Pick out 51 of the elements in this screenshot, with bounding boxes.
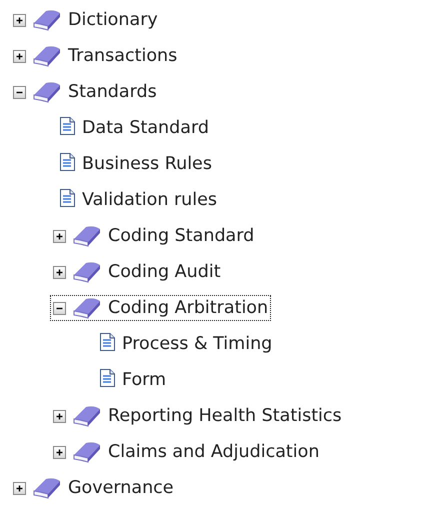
tree-item[interactable]: Validation rules (50, 186, 220, 214)
item-label: Reporting Health Statistics (108, 406, 342, 426)
tree-item[interactable]: Dictionary (10, 7, 161, 33)
tree-item[interactable]: Coding Standard (50, 223, 258, 249)
item-label: Coding Audit (108, 262, 221, 282)
book-icon (72, 224, 102, 248)
item-label: Governance (68, 478, 174, 498)
document-icon (59, 116, 76, 136)
item-label: Transactions (68, 46, 178, 66)
document-icon (59, 188, 76, 208)
item-label: Standards (68, 82, 157, 102)
item-label: Coding Arbitration (108, 298, 268, 318)
book-icon (32, 44, 62, 68)
book-icon (72, 296, 102, 320)
collapse-icon[interactable] (13, 86, 26, 98)
item-label: Data Standard (82, 118, 209, 138)
item-label: Coding Standard (108, 226, 254, 246)
expand-icon[interactable] (13, 14, 26, 26)
book-icon (72, 404, 102, 428)
tree-item[interactable]: Standards (10, 79, 160, 105)
expand-icon[interactable] (13, 482, 26, 494)
tree-item[interactable]: Coding Audit (50, 259, 224, 285)
document-icon (59, 152, 76, 172)
item-label: Validation rules (82, 190, 218, 210)
tree-item[interactable]: Form (90, 366, 170, 394)
tree-item[interactable]: Business Rules (50, 150, 215, 178)
book-icon (72, 440, 102, 464)
document-icon (99, 368, 116, 388)
document-icon (99, 332, 116, 352)
item-label: Dictionary (68, 10, 158, 30)
item-label: Business Rules (82, 154, 212, 174)
tree-item[interactable]: Data Standard (50, 114, 212, 142)
expand-icon[interactable] (53, 266, 66, 278)
tree-item[interactable]: Process & Timing (90, 330, 276, 358)
tree-item[interactable]: Reporting Health Statistics (50, 403, 345, 429)
book-icon (32, 476, 62, 500)
expand-icon[interactable] (13, 50, 26, 62)
item-label: Claims and Adjudication (108, 442, 320, 462)
expand-icon[interactable] (53, 410, 66, 422)
book-icon (32, 80, 62, 104)
tree-item[interactable]: Governance (10, 475, 177, 501)
expand-icon[interactable] (53, 446, 66, 458)
collapse-icon[interactable] (53, 302, 66, 314)
book-icon (72, 260, 102, 284)
tree-item[interactable]: Transactions (10, 43, 180, 69)
tree-item[interactable]: Coding Arbitration (50, 295, 272, 321)
item-label: Form (122, 370, 166, 390)
expand-icon[interactable] (53, 230, 66, 242)
book-icon (32, 8, 62, 32)
item-label: Process & Timing (122, 334, 272, 354)
tree-item[interactable]: Claims and Adjudication (50, 439, 322, 465)
